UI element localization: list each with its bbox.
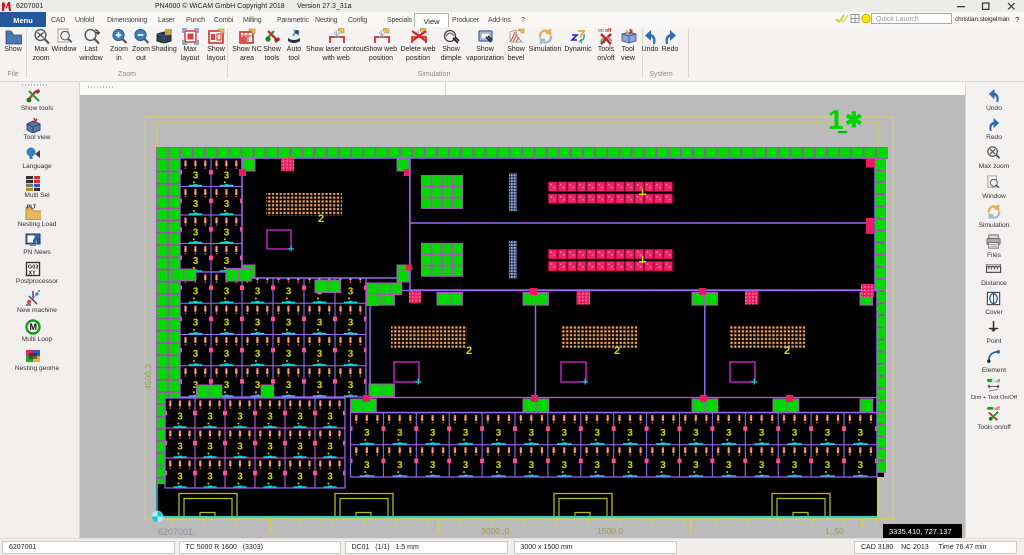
svg-text:off: off	[605, 28, 612, 34]
svg-text:2: 2	[784, 345, 790, 357]
svg-text:3335.410, 727.137: 3335.410, 727.137	[889, 527, 952, 536]
svg-text:1500,0: 1500,0	[597, 526, 623, 536]
svg-text:4500,3: 4500,3	[143, 364, 153, 390]
svg-text:✱: ✱	[845, 109, 863, 132]
svg-text:3000,,0: 3000,,0	[481, 526, 510, 536]
svg-text:XY: XY	[29, 271, 37, 277]
svg-text:6207001.: 6207001.	[158, 527, 196, 537]
svg-text:1,,50: 1,,50	[825, 526, 844, 536]
svg-text:off: off	[994, 406, 1000, 411]
svg-text:1: 1	[828, 104, 844, 135]
svg-text:2: 2	[466, 345, 472, 357]
svg-text:2: 2	[614, 345, 620, 357]
svg-text:off: off	[995, 379, 1001, 384]
svg-text:M: M	[30, 322, 38, 332]
svg-text:PLT: PLT	[27, 205, 36, 211]
svg-text:on: on	[598, 28, 604, 34]
svg-text:2: 2	[318, 213, 324, 225]
